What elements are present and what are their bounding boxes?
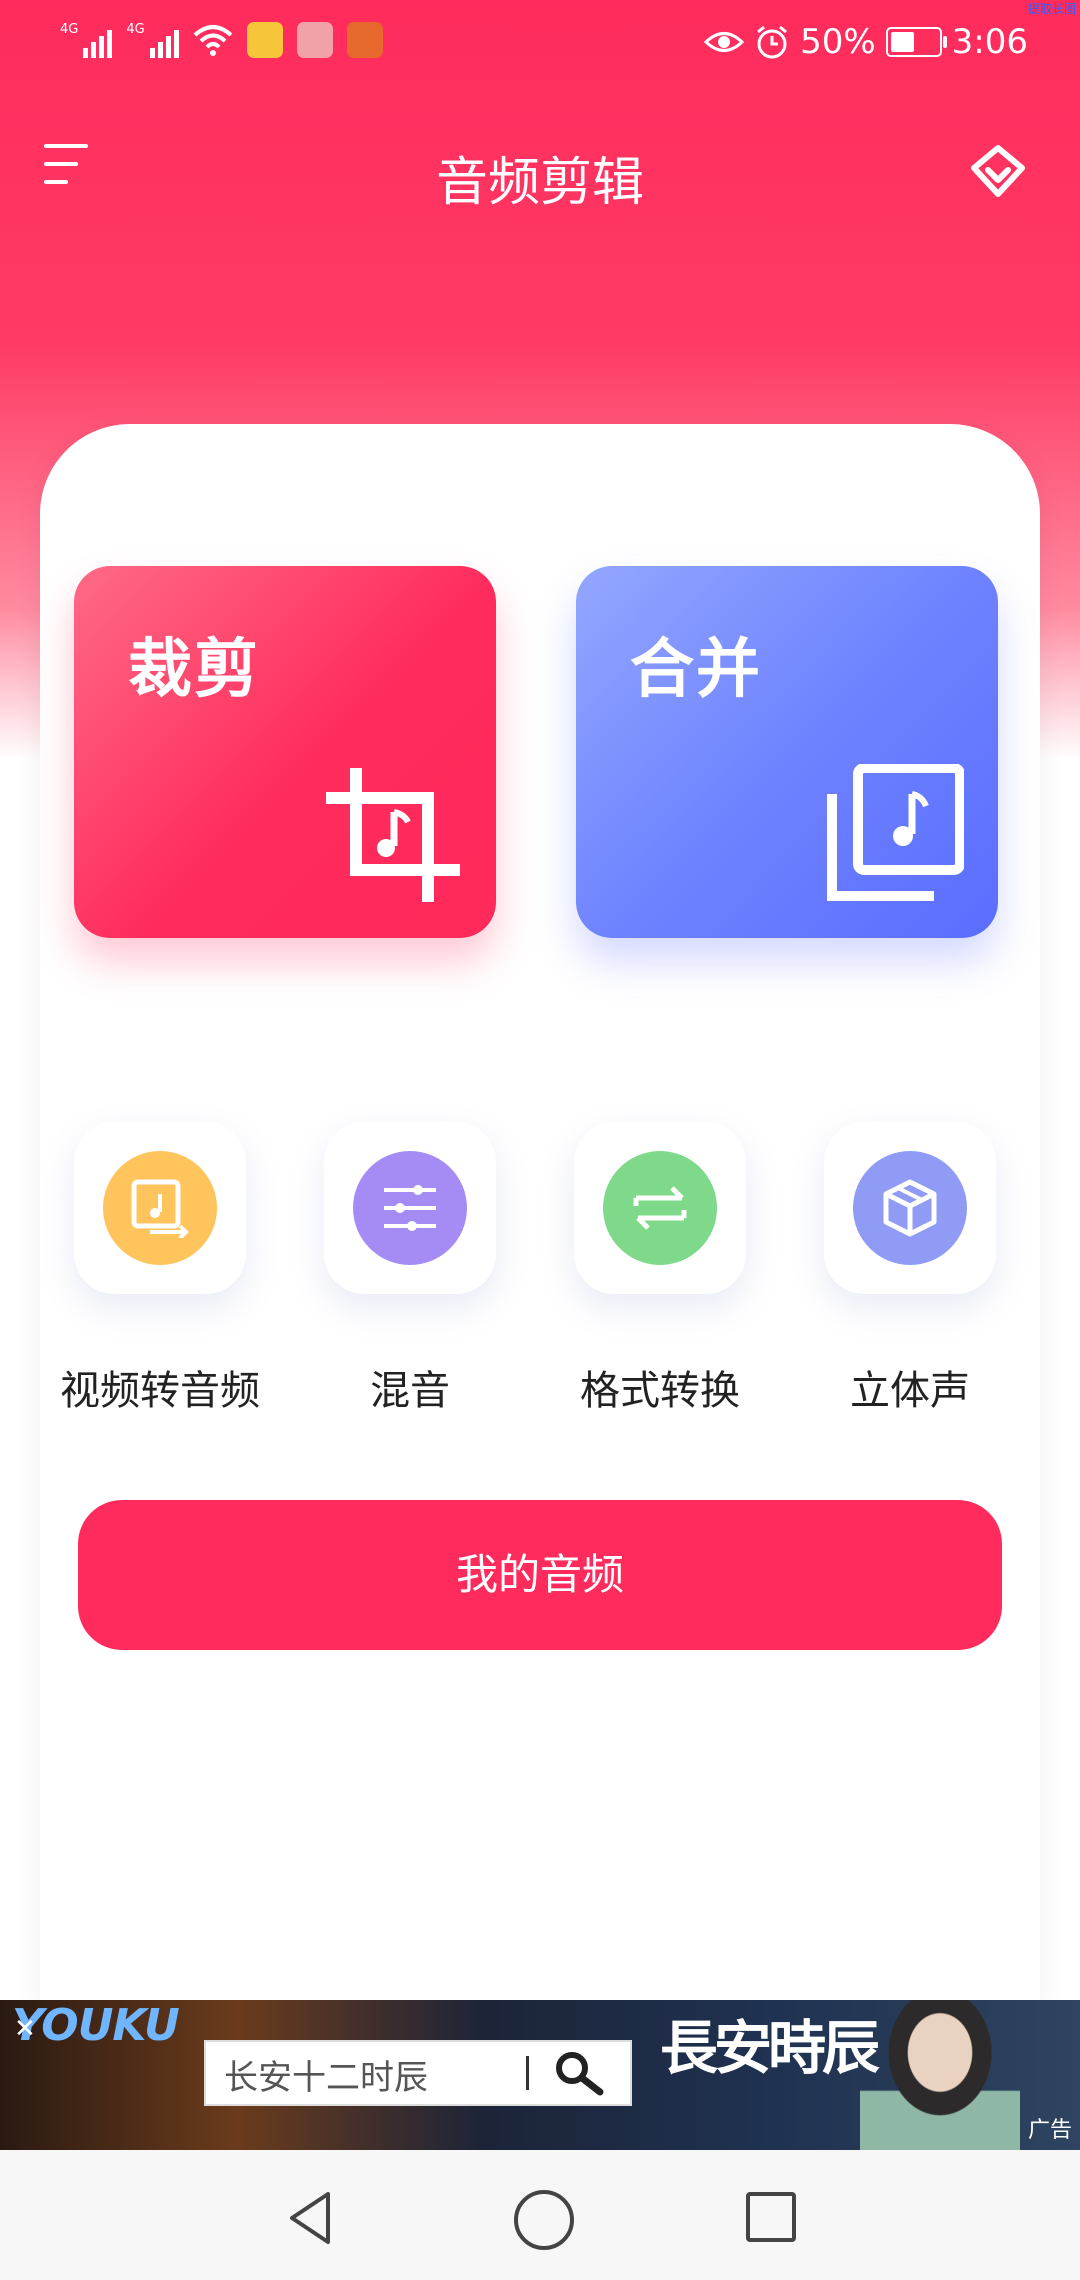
signal-icon: 4G xyxy=(60,22,113,58)
cut-button[interactable]: 裁剪 xyxy=(74,566,496,938)
status-left: 4G 4G xyxy=(60,22,383,58)
network-type-2: 4G xyxy=(126,22,145,37)
cube-icon xyxy=(853,1151,967,1265)
tool-label-mix: 混音 xyxy=(370,1368,450,1414)
ad-calligraphy: 長安時辰 xyxy=(660,2014,880,2082)
mixer-sliders-icon xyxy=(353,1151,467,1265)
swap-arrows-icon xyxy=(603,1151,717,1265)
my-audio-button[interactable]: 我的音频 xyxy=(78,1500,1002,1650)
recent-apps-icon[interactable] xyxy=(746,2192,796,2242)
video-app-notification-icon xyxy=(246,22,283,58)
search-icon xyxy=(556,2052,604,2096)
ad-brand-text: YOUKU xyxy=(12,2000,180,2051)
youku-logo: YOUKU xyxy=(12,2000,180,2051)
status-bar: 4G 4G 50% 3:06 xyxy=(0,0,1080,90)
page-title: 音频剪辑 xyxy=(435,153,644,213)
screen: 4G 4G 50% 3:06 音频剪辑 裁剪 合并 视频转音频 混音 格式转换 … xyxy=(0,0,1080,2280)
tool-label-stereo: 立体声 xyxy=(850,1368,970,1414)
wifi-icon xyxy=(193,25,233,56)
ad-search-divider xyxy=(526,2056,529,2090)
app-notification-icon xyxy=(296,22,333,58)
tool-label-format-convert: 格式转换 xyxy=(580,1368,740,1414)
clock: 3:06 xyxy=(951,22,1028,62)
eye-comfort-icon xyxy=(704,32,745,52)
screenshot-corner-text: 提取长图 xyxy=(1027,2,1076,16)
sogou-app-notification-icon xyxy=(346,22,383,58)
cut-label: 裁剪 xyxy=(128,633,260,707)
system-nav-bar xyxy=(0,2150,1080,2280)
battery-icon xyxy=(885,27,947,57)
stacked-music-icon xyxy=(827,764,964,901)
ad-banner[interactable]: YOUKU ✕ 长安十二时辰 長安時辰 广告 xyxy=(0,2000,1080,2150)
video-to-audio-icon xyxy=(103,1151,217,1265)
ad-search-box[interactable]: 长安十二时辰 xyxy=(204,2040,632,2106)
alarm-icon xyxy=(757,25,788,59)
merge-label: 合并 xyxy=(630,633,762,707)
merge-button[interactable]: 合并 xyxy=(576,566,998,938)
battery-fill xyxy=(890,32,914,52)
tool-label-video-to-audio: 视频转音频 xyxy=(60,1368,260,1414)
network-type-1: 4G xyxy=(60,22,79,37)
battery-percent: 50% xyxy=(800,22,876,62)
home-icon[interactable] xyxy=(514,2190,574,2250)
ad-search-text: 长安十二时辰 xyxy=(224,2058,428,2098)
vip-diamond-icon[interactable] xyxy=(966,140,1030,204)
mix-button[interactable] xyxy=(324,1122,496,1294)
status-right: 50% 3:06 xyxy=(704,22,1028,62)
stereo-button[interactable] xyxy=(824,1122,996,1294)
crop-icon xyxy=(326,768,460,902)
ad-actor-image xyxy=(860,2000,1020,2150)
video-to-audio-button[interactable] xyxy=(74,1122,246,1294)
format-convert-button[interactable] xyxy=(574,1122,746,1294)
signal-icon-2: 4G xyxy=(126,22,179,58)
ad-label: 广告 xyxy=(1027,2118,1072,2143)
back-icon[interactable] xyxy=(282,2188,342,2248)
ad-close-icon[interactable]: ✕ xyxy=(14,2014,36,2044)
